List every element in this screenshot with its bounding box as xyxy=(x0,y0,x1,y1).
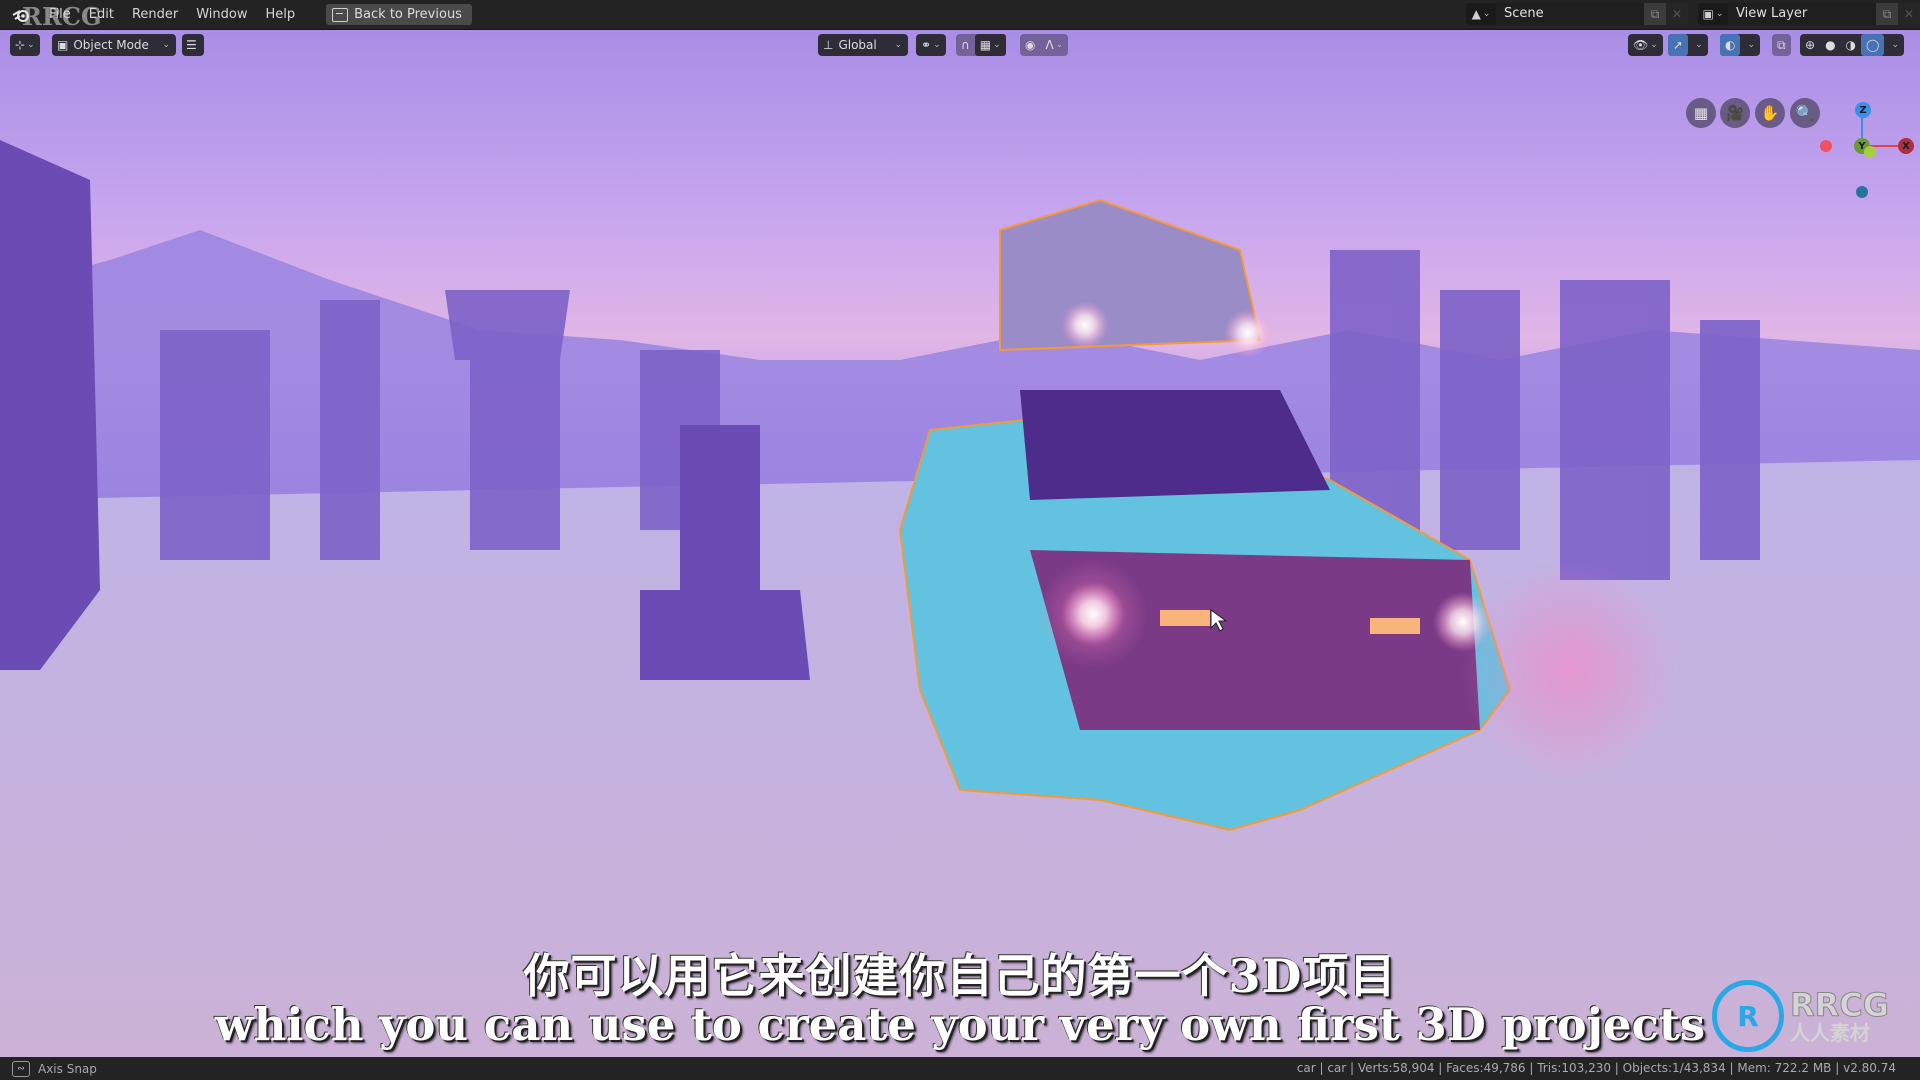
camera-view-icon[interactable]: 🎥 xyxy=(1720,98,1750,128)
view-layer-name-field[interactable]: View Layer xyxy=(1728,3,1876,25)
material-preview-icon[interactable]: ◑ xyxy=(1841,34,1861,56)
visibility-eye-icon[interactable]: 👁 ⌄ xyxy=(1628,34,1663,56)
orientation-label: Global xyxy=(838,38,877,52)
subtitle-english: which you can use to create your very ow… xyxy=(214,998,1706,1051)
pan-hand-icon[interactable]: ✋ xyxy=(1755,98,1785,128)
rrcg-logo-icon: R xyxy=(1712,980,1784,1052)
navigation-gizmo[interactable]: Z Y X xyxy=(1800,100,1920,200)
view-layer-selector[interactable]: ▣ ⌄ View Layer ⧉ ✕ xyxy=(1698,3,1920,25)
solid-shading-icon[interactable]: ● xyxy=(1820,34,1840,56)
xray-toggle[interactable]: ⧉ xyxy=(1772,34,1791,56)
wireframe-shading-icon[interactable]: ⊕ xyxy=(1800,34,1820,56)
viewport-header: ⊹ ⌄ ▣ Object Mode ⌄ ☰ ⊥ Global ⌄ ⚭ ⌄ ∩ ▦ ⌄ … xyxy=(0,30,1920,60)
scene-selector[interactable]: ▲ ⌄ Scene ⧉ ✕ xyxy=(1466,3,1688,25)
delete-scene-icon[interactable]: ✕ xyxy=(1666,3,1688,25)
gizmo-axis-x[interactable]: X xyxy=(1898,138,1914,154)
back-screen-icon xyxy=(332,7,349,22)
perspective-grid-icon[interactable]: ▦ xyxy=(1686,98,1716,128)
snap-increment-icon[interactable]: ▦ ⌄ xyxy=(974,34,1006,56)
falloff-curve-icon[interactable]: Λ ⌄ xyxy=(1040,34,1068,56)
orientation-axes-icon: ⊥ xyxy=(823,38,834,52)
subtitle-chinese: 你可以用它来创建你自己的第一个3D项目 xyxy=(523,949,1397,1003)
transform-orientation-selector[interactable]: ⊥ Global ⌄ xyxy=(818,34,908,56)
watermark-cn: 人人素材 xyxy=(1790,1021,1870,1045)
overlay-toggle[interactable]: ◐ ⌄ xyxy=(1720,34,1761,56)
visibility-selector[interactable]: 👁 ⌄ xyxy=(1628,34,1663,56)
shading-mode-selector: ⊕ ● ◑ ◯ ⌄ xyxy=(1800,34,1905,56)
chevron-down-icon: ⌄ xyxy=(894,40,902,50)
gizmo-axis-z[interactable]: Z xyxy=(1855,102,1871,118)
object-mode-icon: ▣ xyxy=(57,38,69,52)
rendered-shading-icon[interactable]: ◯ xyxy=(1861,34,1885,56)
watermark-brand: RRCG xyxy=(1789,986,1890,1024)
gizmo-toggle[interactable]: ➚ ⌄ xyxy=(1668,34,1708,56)
overlay-dropdown-icon[interactable]: ⌄ xyxy=(1740,34,1760,56)
editor-type-selector[interactable]: ⊹ ⌄ xyxy=(10,34,40,56)
3d-viewport-icon[interactable]: ⊹ ⌄ xyxy=(10,34,40,56)
hamburger-menu-icon[interactable]: ☰ xyxy=(182,34,204,56)
xray-icon[interactable]: ⧉ xyxy=(1772,34,1791,56)
axis-snap-label: Axis Snap xyxy=(38,1061,97,1076)
pivot-point-icon[interactable]: ⚭ ⌄ xyxy=(916,34,946,56)
view-layer-icon[interactable]: ▣ ⌄ xyxy=(1698,3,1728,25)
shading-dropdown-icon[interactable]: ⌄ xyxy=(1884,34,1904,56)
gizmo-dropdown-icon[interactable]: ⌄ xyxy=(1688,34,1708,56)
gizmo-axis-neg-z[interactable] xyxy=(1856,186,1868,198)
chevron-down-icon: ⌄ xyxy=(162,40,170,50)
back-to-previous-button[interactable]: Back to Previous xyxy=(326,4,472,25)
snapping-controls: ∩ ▦ ⌄ xyxy=(956,34,1006,56)
overlay-icon[interactable]: ◐ xyxy=(1720,34,1741,56)
gizmo-icon[interactable]: ➚ xyxy=(1668,34,1689,56)
scene-statistics: car | car | Verts:58,904 | Faces:49,786 … xyxy=(1296,1061,1896,1075)
proportional-edit-controls: ◉ Λ ⌄ xyxy=(1020,34,1069,56)
new-scene-icon[interactable]: ⧉ xyxy=(1644,3,1666,25)
pivot-point-selector[interactable]: ⚭ ⌄ xyxy=(916,34,946,56)
mode-selector[interactable]: ▣ Object Mode ⌄ xyxy=(52,34,176,56)
gizmo-axis-neg-y[interactable] xyxy=(1864,146,1876,158)
proportional-edit-icon[interactable]: ◉ xyxy=(1020,34,1040,56)
snap-magnet-icon[interactable]: ∩ xyxy=(956,34,975,56)
3d-viewport[interactable]: ⊹ ⌄ ▣ Object Mode ⌄ ☰ ⊥ Global ⌄ ⚭ ⌄ ∩ ▦ ⌄ … xyxy=(0,30,1920,1057)
top-menu-bar: File Edit Render Window Help Back to Pre… xyxy=(0,0,1920,31)
back-to-previous-label: Back to Previous xyxy=(354,7,462,22)
menu-help[interactable]: Help xyxy=(257,4,305,26)
status-bar: ∾ Axis Snap car | car | Verts:58,904 | F… xyxy=(0,1057,1920,1080)
scene-render xyxy=(0,140,1920,1057)
rrcg-watermark: R RRCG 人人素材 xyxy=(1712,976,1917,1056)
new-view-layer-icon[interactable]: ⧉ xyxy=(1876,3,1898,25)
delete-view-layer-icon[interactable]: ✕ xyxy=(1898,3,1920,25)
menu-window[interactable]: Window xyxy=(187,4,256,26)
scene-name-field[interactable]: Scene xyxy=(1496,3,1644,25)
mode-label: Object Mode xyxy=(73,38,149,52)
axis-snap-icon: ∾ xyxy=(12,1060,30,1077)
scene-icon[interactable]: ▲ ⌄ xyxy=(1466,3,1496,25)
menu-render[interactable]: Render xyxy=(123,4,187,26)
gizmo-axis-neg-x[interactable] xyxy=(1820,140,1832,152)
watermark-top-left: RRCG xyxy=(22,2,102,31)
